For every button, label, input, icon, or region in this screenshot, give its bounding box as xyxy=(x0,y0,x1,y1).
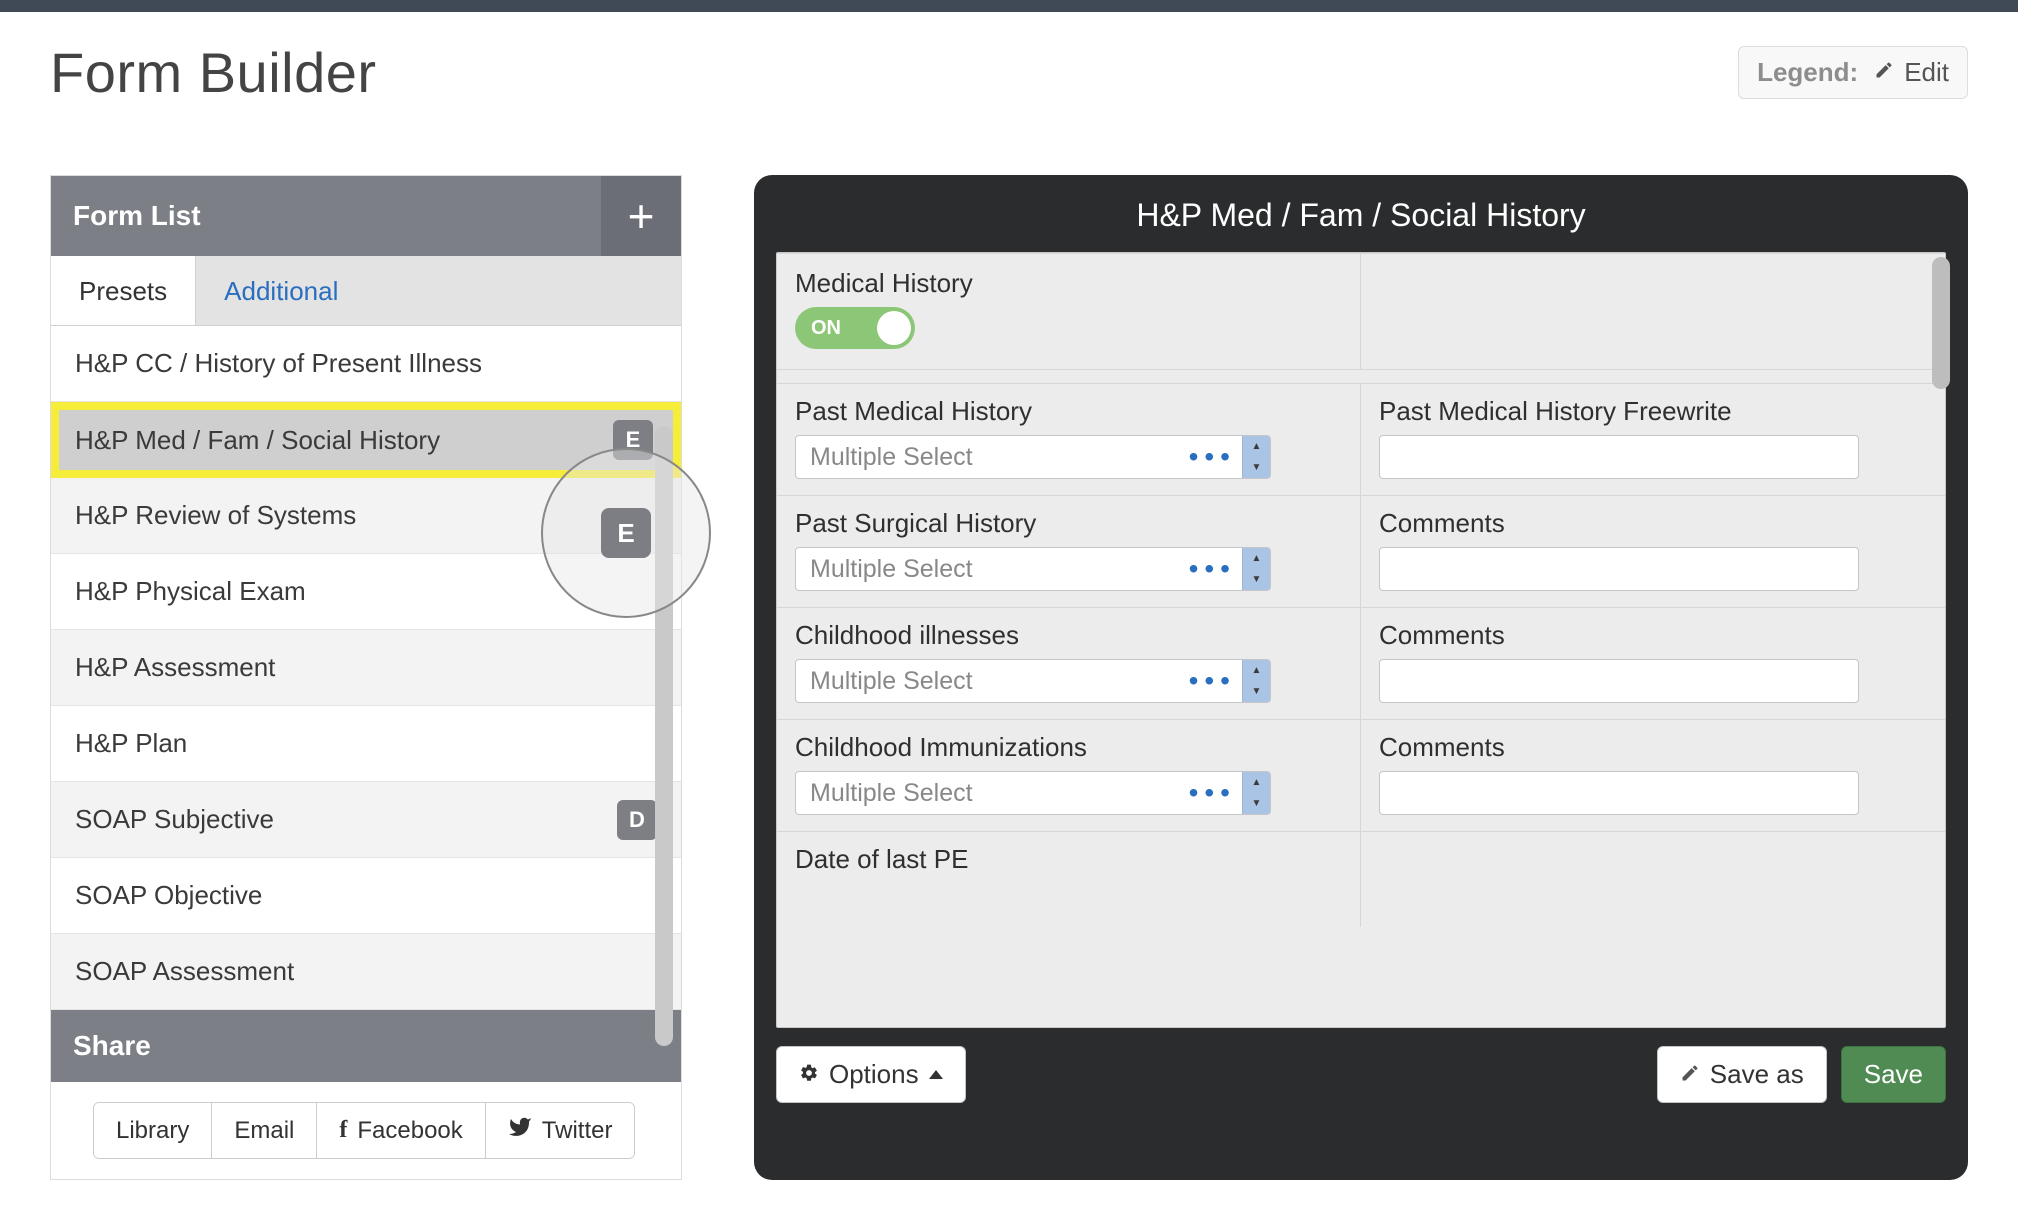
stepper-icon[interactable]: ▲▼ xyxy=(1242,548,1270,590)
legend-edit-button[interactable]: Edit xyxy=(1904,57,1949,88)
page-title: Form Builder xyxy=(50,40,377,105)
form-list-panel: Form List + Presets Additional H&P CC / … xyxy=(50,175,682,1180)
field-label: Childhood illnesses xyxy=(795,620,1342,651)
form-item-badge: D xyxy=(617,800,657,840)
twitter-icon xyxy=(508,1115,532,1146)
field-label: Childhood Immunizations xyxy=(795,732,1342,763)
field-label: Date of last PE xyxy=(795,844,1342,875)
form-list-scrollbar[interactable] xyxy=(655,426,673,1046)
form-item-label: H&P Physical Exam xyxy=(75,576,306,607)
add-form-button[interactable]: + xyxy=(601,176,681,256)
select-placeholder: Multiple Select xyxy=(796,667,1183,696)
caret-up-icon xyxy=(929,1070,943,1079)
share-facebook-label: Facebook xyxy=(357,1117,462,1145)
toggle-knob xyxy=(877,311,911,345)
form-editor-body: Medical History ON Past Medical History xyxy=(776,252,1946,1028)
field-label: Comments xyxy=(1379,508,1927,539)
medical-history-toggle[interactable]: ON xyxy=(795,307,915,349)
pencil-icon[interactable] xyxy=(1874,60,1894,85)
form-item-label: SOAP Subjective xyxy=(75,804,274,835)
form-item-label: SOAP Assessment xyxy=(75,956,294,987)
app-topbar xyxy=(0,0,2018,12)
childhood-illness-comments-input[interactable] xyxy=(1379,659,1859,703)
form-list-item[interactable]: H&P CC / History of Present Illness xyxy=(51,326,681,402)
ellipsis-icon: ••• xyxy=(1183,665,1242,697)
legend-box: Legend: Edit xyxy=(1738,46,1968,99)
form-list: H&P CC / History of Present Illness H&P … xyxy=(51,326,681,1010)
field-label: Past Medical History Freewrite xyxy=(1379,396,1927,427)
form-item-label: H&P Med / Fam / Social History xyxy=(75,425,440,456)
form-list-item[interactable]: H&P Review of Systems xyxy=(51,478,681,554)
past-medical-history-select[interactable]: Multiple Select ••• ▲▼ xyxy=(795,435,1271,479)
share-header: Share xyxy=(51,1010,681,1082)
form-list-item[interactable]: SOAP Subjective D xyxy=(51,782,681,858)
form-list-item[interactable]: SOAP Objective xyxy=(51,858,681,934)
stepper-icon[interactable]: ▲▼ xyxy=(1242,660,1270,702)
form-item-badge: E xyxy=(613,420,653,460)
field-label: Past Surgical History xyxy=(795,508,1342,539)
share-button-group: Library Email f Facebook Twitter xyxy=(93,1102,635,1159)
tab-presets[interactable]: Presets xyxy=(51,256,196,325)
facebook-icon: f xyxy=(339,1117,347,1144)
form-item-label: H&P CC / History of Present Illness xyxy=(75,348,482,379)
save-button[interactable]: Save xyxy=(1841,1046,1946,1103)
select-placeholder: Multiple Select xyxy=(796,555,1183,584)
share-library-button[interactable]: Library xyxy=(94,1103,212,1158)
section-label: Medical History xyxy=(795,268,1342,299)
options-button[interactable]: Options xyxy=(776,1046,966,1103)
form-editor-title: H&P Med / Fam / Social History xyxy=(754,175,1968,252)
ellipsis-icon: ••• xyxy=(1183,441,1242,473)
form-list-item[interactable]: SOAP Assessment xyxy=(51,934,681,1010)
field-label: Comments xyxy=(1379,620,1927,651)
form-item-label: H&P Assessment xyxy=(75,652,275,683)
share-email-button[interactable]: Email xyxy=(212,1103,317,1158)
share-facebook-button[interactable]: f Facebook xyxy=(317,1103,485,1158)
childhood-illnesses-select[interactable]: Multiple Select ••• ▲▼ xyxy=(795,659,1271,703)
save-label: Save xyxy=(1864,1059,1923,1090)
form-item-label: H&P Review of Systems xyxy=(75,500,356,531)
tab-additional[interactable]: Additional xyxy=(196,256,366,325)
form-body-scrollbar[interactable] xyxy=(1932,257,1950,389)
childhood-immunizations-select[interactable]: Multiple Select ••• ▲▼ xyxy=(795,771,1271,815)
past-surgical-history-select[interactable]: Multiple Select ••• ▲▼ xyxy=(795,547,1271,591)
select-placeholder: Multiple Select xyxy=(796,443,1183,472)
options-label: Options xyxy=(829,1059,919,1090)
save-as-button[interactable]: Save as xyxy=(1657,1046,1827,1103)
share-twitter-button[interactable]: Twitter xyxy=(486,1103,635,1158)
save-as-label: Save as xyxy=(1710,1059,1804,1090)
surgical-comments-input[interactable] xyxy=(1379,547,1859,591)
field-label: Comments xyxy=(1379,732,1927,763)
form-list-title: Form List xyxy=(51,200,201,232)
pencil-icon xyxy=(1680,1059,1700,1090)
ellipsis-icon: ••• xyxy=(1183,777,1242,809)
form-list-item-selected[interactable]: H&P Med / Fam / Social History E xyxy=(51,402,681,478)
plus-icon: + xyxy=(628,189,655,243)
form-editor-panel: H&P Med / Fam / Social History Medical H… xyxy=(754,175,1968,1180)
form-list-item[interactable]: H&P Plan xyxy=(51,706,681,782)
share-twitter-label: Twitter xyxy=(542,1117,613,1145)
form-item-label: SOAP Objective xyxy=(75,880,262,911)
form-list-tabs: Presets Additional xyxy=(51,256,681,326)
form-list-item[interactable]: H&P Assessment xyxy=(51,630,681,706)
select-placeholder: Multiple Select xyxy=(796,779,1183,808)
form-item-label: H&P Plan xyxy=(75,728,187,759)
form-list-header: Form List + xyxy=(51,176,681,256)
legend-label: Legend: xyxy=(1757,57,1858,88)
immunizations-comments-input[interactable] xyxy=(1379,771,1859,815)
form-list-item[interactable]: H&P Physical Exam xyxy=(51,554,681,630)
ellipsis-icon: ••• xyxy=(1183,553,1242,585)
gear-icon xyxy=(799,1059,819,1090)
toggle-state-label: ON xyxy=(811,317,841,340)
stepper-icon[interactable]: ▲▼ xyxy=(1242,772,1270,814)
stepper-icon[interactable]: ▲▼ xyxy=(1242,436,1270,478)
past-medical-history-freewrite-input[interactable] xyxy=(1379,435,1859,479)
field-label: Past Medical History xyxy=(795,396,1342,427)
